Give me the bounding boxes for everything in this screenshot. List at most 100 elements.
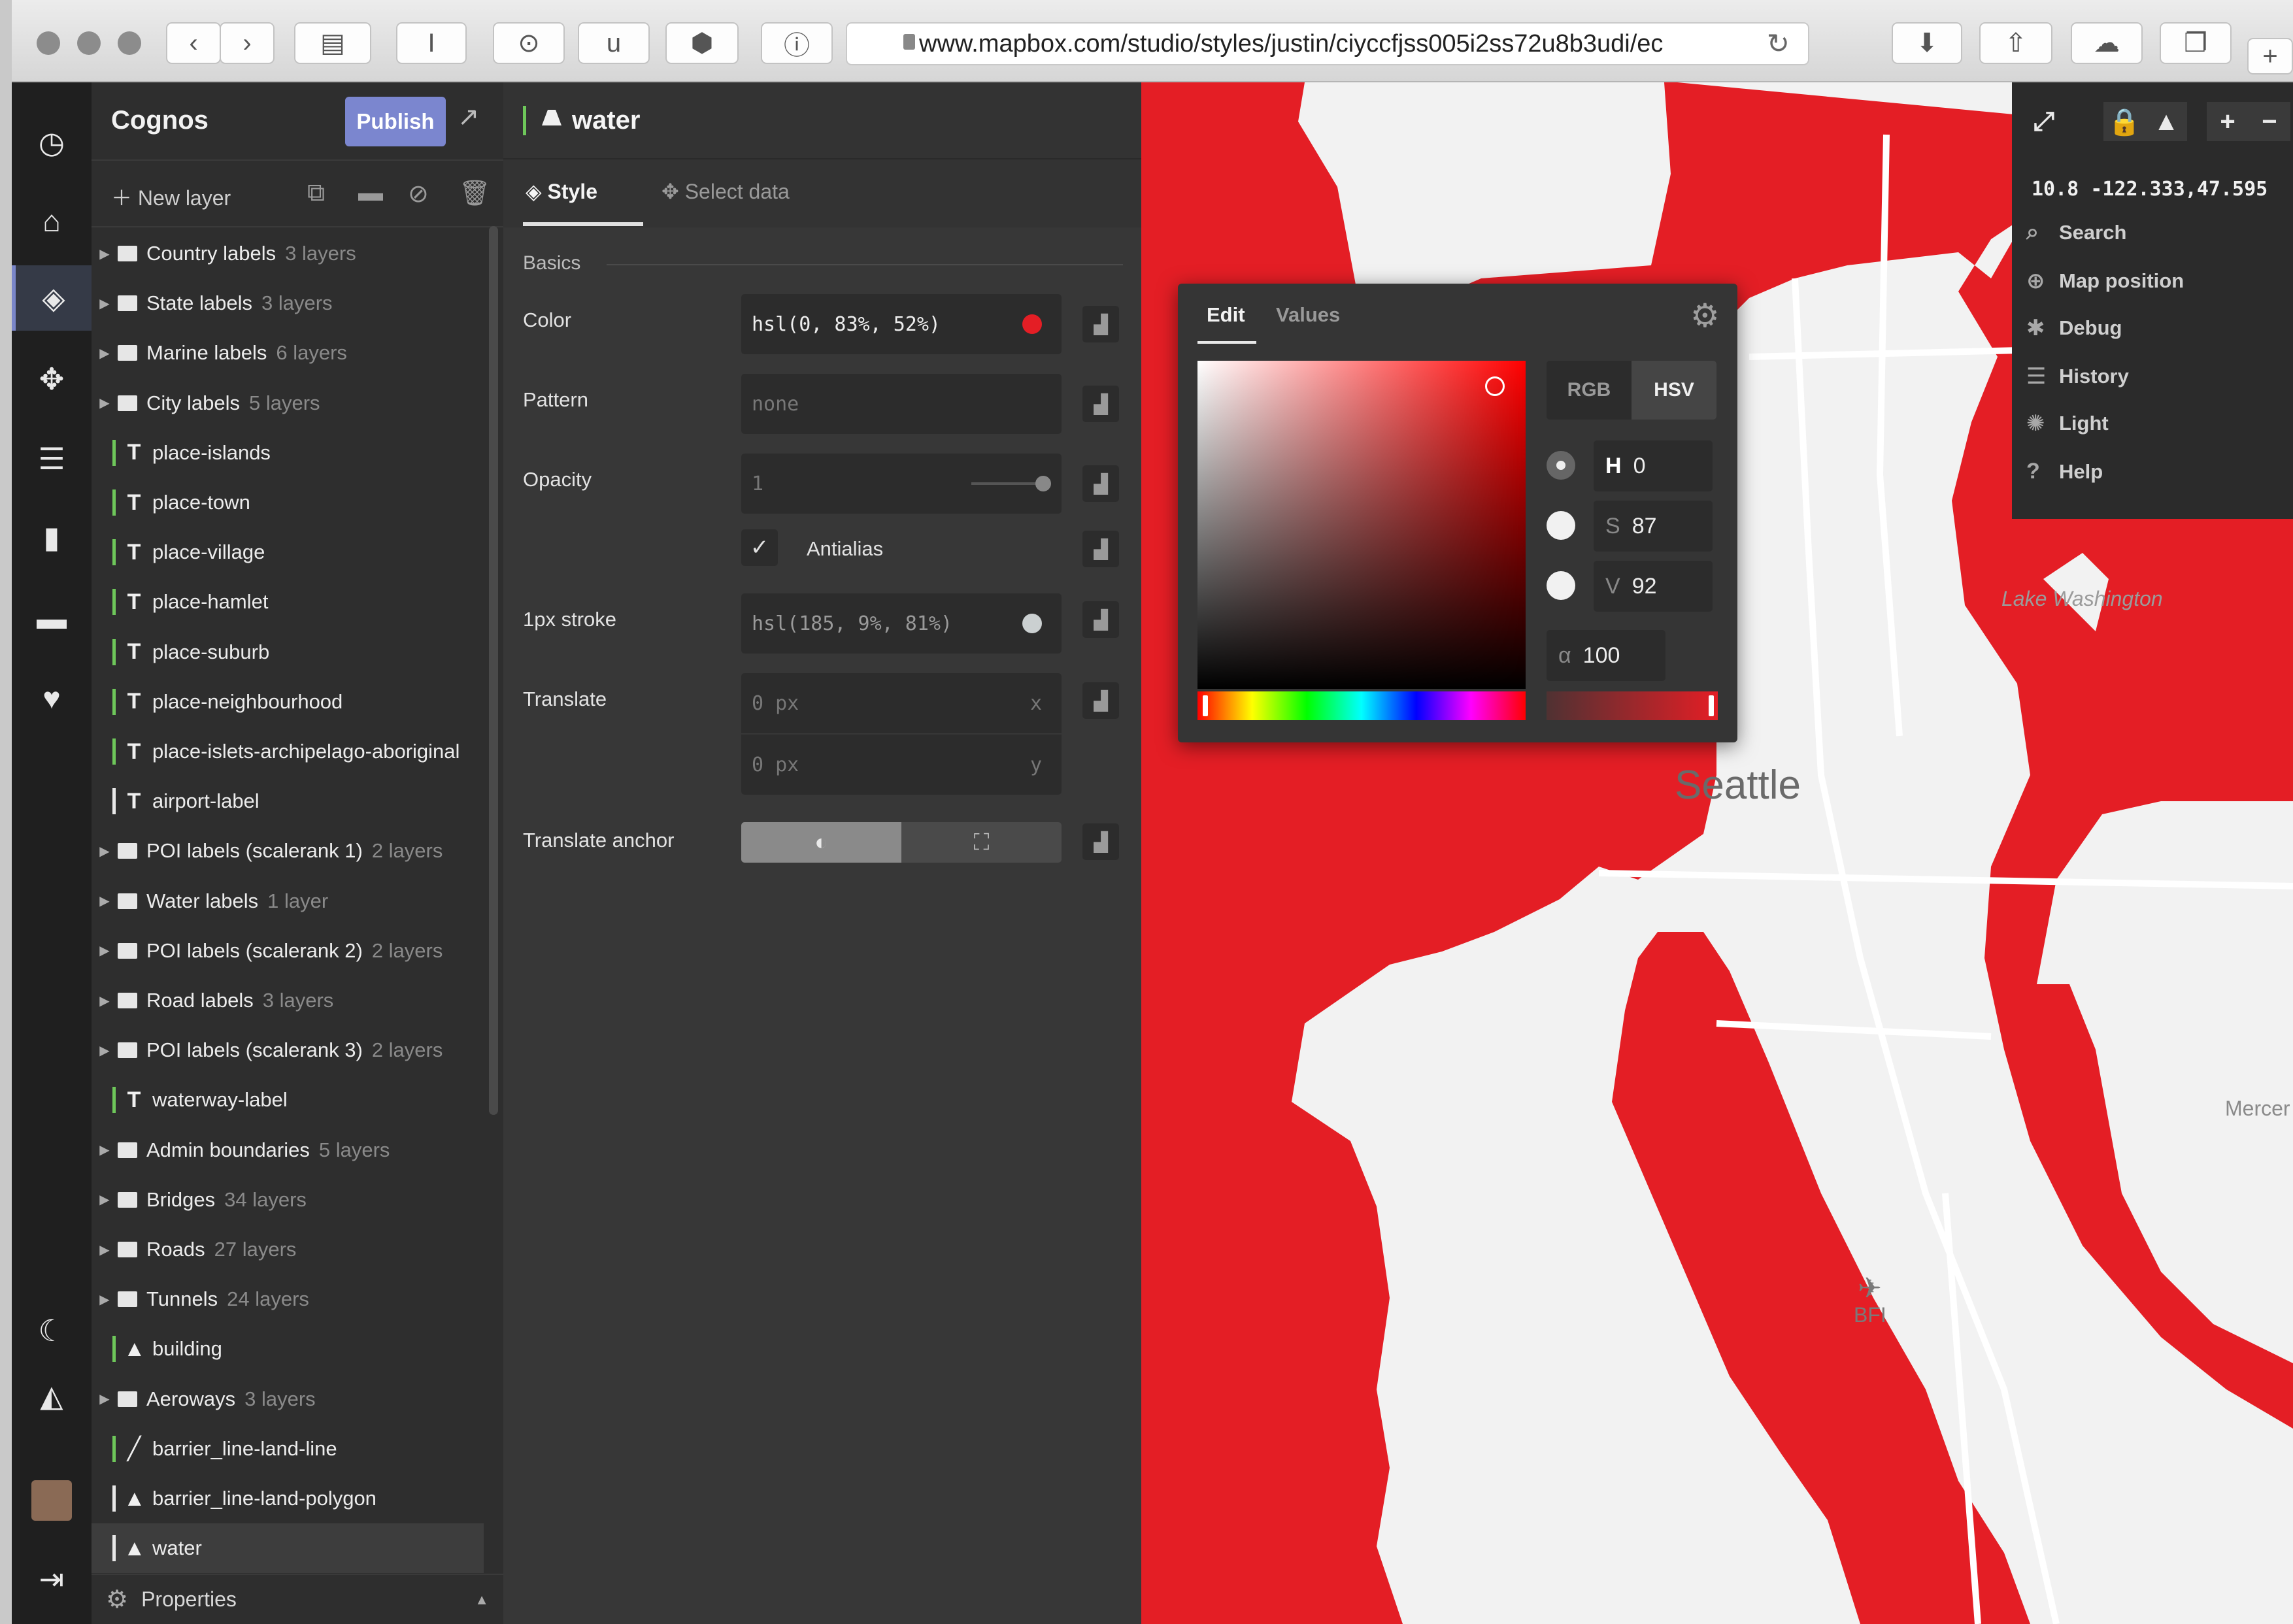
close-window-button[interactable] (37, 31, 60, 55)
layer-row[interactable]: Tairport-label (92, 776, 484, 826)
compass-icon[interactable]: ▲ (2145, 102, 2187, 141)
moon-icon[interactable]: ☾ (12, 1298, 92, 1363)
layer-row[interactable]: ▶ Admin boundaries 5 layers (92, 1125, 484, 1175)
history-button[interactable]: ☰ History (2026, 363, 2129, 389)
tabs-overview-button[interactable]: ❐ (2160, 22, 2232, 64)
expand-caret-icon[interactable]: ▶ (92, 345, 118, 361)
layer-row[interactable]: Twaterway-label (92, 1075, 484, 1125)
layer-row[interactable]: ▶ Water labels 1 layer (92, 876, 484, 926)
layer-row[interactable]: Tplace-islands (92, 428, 484, 478)
expand-caret-icon[interactable]: ▶ (92, 1391, 118, 1407)
external-link-icon[interactable]: ↗ (458, 102, 480, 132)
reload-icon[interactable]: ↻ (1767, 27, 1790, 59)
layer-row[interactable]: Tplace-suburb (92, 627, 484, 677)
hide-layer-icon[interactable]: ⊘ (408, 179, 429, 208)
hue-slider-handle[interactable] (1203, 695, 1208, 716)
expand-caret-icon[interactable]: ▶ (92, 993, 118, 1009)
extension-u-button[interactable]: u (578, 22, 650, 64)
zoom-window-button[interactable] (118, 31, 141, 55)
v-radio[interactable] (1547, 571, 1575, 600)
fullscreen-icon[interactable]: ⤢ (2021, 102, 2067, 141)
layer-row[interactable]: Tplace-neighbourhood (92, 677, 484, 727)
tab-style[interactable]: ◈ Style (526, 179, 597, 204)
publish-button[interactable]: Publish (345, 97, 446, 146)
gear-icon[interactable]: ⚙ (1690, 297, 1720, 335)
extension-hex-button[interactable]: ⬢ (665, 22, 739, 64)
s-radio[interactable] (1547, 511, 1575, 540)
anchor-viewport-option[interactable]: ⛶ (901, 822, 1062, 863)
saturation-value-area[interactable] (1197, 361, 1526, 689)
alpha-slider-handle[interactable] (1709, 695, 1714, 716)
opacity-slider[interactable] (971, 476, 1051, 491)
alpha-field[interactable]: α 100 (1547, 630, 1665, 681)
heart-icon[interactable]: ♥ (12, 665, 92, 731)
layer-row[interactable]: ▶ Aeroways 3 layers (92, 1374, 484, 1424)
h-field[interactable]: H0 (1594, 440, 1713, 491)
pattern-zoom-function-button[interactable]: ▟ (1082, 386, 1119, 422)
group-layers-icon[interactable]: ▬ (358, 179, 383, 207)
share-button[interactable]: ⇧ (1979, 22, 2052, 64)
expand-caret-icon[interactable]: ▶ (92, 893, 118, 909)
dataset-icon[interactable]: ✥ (12, 346, 92, 412)
home-icon[interactable]: ⌂ (12, 188, 92, 254)
help-button[interactable]: ? Help (2026, 459, 2103, 484)
stroke-swatch[interactable] (1022, 614, 1042, 633)
cloud-button[interactable]: ☁ (2071, 22, 2143, 64)
layer-row[interactable]: ▶ POI labels (scalerank 2) 2 layers (92, 926, 484, 976)
layer-row[interactable]: ▶ POI labels (scalerank 3) 2 layers (92, 1025, 484, 1075)
extension-info-button[interactable]: ⓘ (761, 22, 833, 64)
zoom-in-button[interactable]: + (2207, 102, 2249, 141)
layer-row[interactable]: ▶ State labels 3 layers (92, 278, 484, 328)
minimize-window-button[interactable] (77, 31, 101, 55)
translate-x-field[interactable]: 0 px x (741, 673, 1062, 733)
alpha-slider[interactable] (1547, 691, 1718, 720)
properties-bar[interactable]: ⚙ Properties ▲ (92, 1574, 503, 1624)
chart-icon[interactable]: ▮ (12, 505, 92, 570)
saturation-value-handle[interactable] (1485, 376, 1505, 396)
color-zoom-function-button[interactable]: ▟ (1082, 306, 1119, 342)
downloads-button[interactable]: ⬇ (1892, 22, 1962, 64)
debug-button[interactable]: ✱ Debug (2026, 315, 2122, 341)
style-name[interactable]: Cognos (111, 106, 209, 135)
layer-list-scrollbar[interactable] (489, 226, 498, 1115)
extension-1password-button[interactable]: ⊙ (493, 22, 565, 64)
layer-row[interactable]: Tplace-islets-archipelago-aboriginal (92, 727, 484, 776)
new-tab-button[interactable]: + (2247, 38, 2293, 75)
stroke-field[interactable]: hsl(185, 9%, 81%) (741, 593, 1062, 654)
layer-row[interactable]: ▶ Road labels 3 layers (92, 976, 484, 1025)
mode-hsv[interactable]: HSV (1632, 361, 1716, 420)
bell-icon[interactable]: ◭ (12, 1363, 92, 1429)
avatar[interactable] (12, 1468, 92, 1533)
database-icon[interactable]: ☰ (12, 426, 92, 491)
clock-icon[interactable]: ◷ (12, 110, 92, 175)
expand-caret-icon[interactable]: ▶ (92, 1042, 118, 1059)
layer-row[interactable]: ▲ barrier_line-land-polygon (92, 1474, 484, 1523)
layer-row[interactable]: ▶ POI labels (scalerank 1) 2 layers (92, 826, 484, 876)
layer-row[interactable]: ▲ building (92, 1324, 484, 1374)
expand-caret-icon[interactable]: ▶ (92, 942, 118, 959)
antialias-zoom-function-button[interactable]: ▟ (1082, 531, 1119, 567)
back-button[interactable]: ‹ (166, 22, 221, 64)
layer-row[interactable]: ▲ water (92, 1523, 484, 1574)
opacity-zoom-function-button[interactable]: ▟ (1082, 465, 1119, 502)
picker-tab-edit[interactable]: Edit (1207, 303, 1245, 327)
color-field[interactable]: hsl(0, 83%, 52%) (741, 294, 1062, 354)
new-layer-button[interactable]: ＋ New layer (111, 182, 231, 212)
layer-row[interactable]: ▶ Tunnels 24 layers (92, 1274, 484, 1324)
layer-row[interactable]: ▶ City labels 5 layers (92, 378, 484, 428)
color-swatch[interactable] (1022, 314, 1042, 334)
folder-icon[interactable]: ▬ (12, 586, 92, 651)
pattern-field[interactable]: none (741, 374, 1062, 434)
lock-icon[interactable]: 🔒 (2103, 102, 2145, 141)
trash-icon[interactable]: 🗑 (459, 179, 490, 208)
expand-caret-icon[interactable]: ▶ (92, 295, 118, 312)
picker-tab-values[interactable]: Values (1276, 303, 1340, 327)
expand-caret-icon[interactable]: ▶ (92, 1191, 118, 1208)
search-button[interactable]: ⌕ Search (2026, 220, 2126, 245)
antialias-checkbox[interactable]: ✓ (741, 529, 778, 566)
opacity-field[interactable]: 1 (741, 454, 1062, 514)
layer-row[interactable]: ▶ Bridges 34 layers (92, 1175, 484, 1225)
sidebar-toggle-button[interactable]: ▤ (294, 22, 371, 64)
translate-zoom-function-button[interactable]: ▟ (1082, 682, 1119, 719)
stroke-zoom-function-button[interactable]: ▟ (1082, 601, 1119, 638)
